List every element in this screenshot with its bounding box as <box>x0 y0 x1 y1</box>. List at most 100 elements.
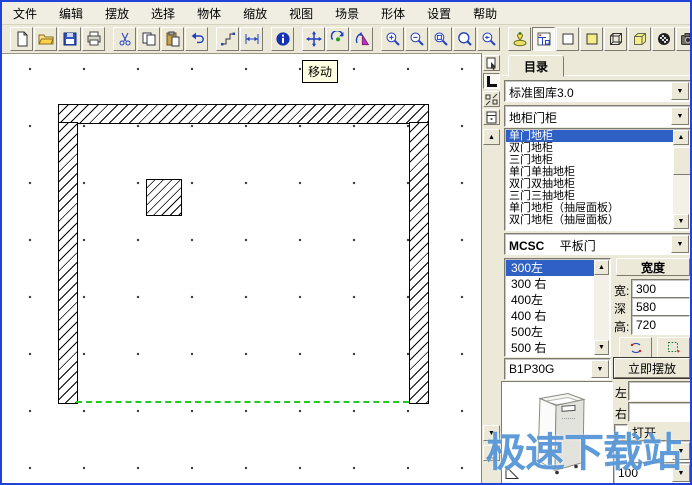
move-button[interactable] <box>302 27 325 51</box>
camera-button[interactable] <box>676 27 692 51</box>
room-wall-top[interactable] <box>58 104 429 124</box>
zoom-all-button[interactable] <box>453 27 476 51</box>
size-item[interactable]: 400 右 <box>506 308 594 324</box>
plan-view-icon <box>536 31 552 47</box>
swap-dims-button[interactable] <box>619 337 652 358</box>
material-button[interactable] <box>652 27 675 51</box>
plan-view-button[interactable] <box>532 27 555 51</box>
size-item[interactable]: 400左 <box>506 292 594 308</box>
catalog-item[interactable]: 三门地柜 <box>506 154 673 166</box>
wall-tool-button[interactable] <box>483 73 500 89</box>
door-style-select[interactable]: MCSC 平板门 ▼ <box>504 233 691 255</box>
strip-scroll-down-button[interactable]: ▼ <box>483 425 500 441</box>
undo-button[interactable] <box>185 27 208 51</box>
open-checkbox[interactable] <box>614 424 628 438</box>
info-button[interactable] <box>271 27 294 51</box>
catalog-item[interactable]: 双门双抽地柜 <box>506 178 673 190</box>
dropdown-arrow-icon[interactable]: ▼ <box>591 360 609 378</box>
catalog-item[interactable]: 单门地柜（抽屉面板） <box>506 202 673 214</box>
menu-select[interactable]: 选择 <box>140 2 186 25</box>
select-tool-button[interactable] <box>483 55 500 71</box>
print-button[interactable] <box>82 27 105 51</box>
scene-view-button[interactable] <box>508 27 531 51</box>
mirror-button[interactable] <box>350 27 373 51</box>
height-input[interactable] <box>631 315 690 335</box>
left-offset-input[interactable] <box>628 381 692 401</box>
room-wall-left[interactable] <box>58 122 78 404</box>
cut-button[interactable] <box>113 27 136 51</box>
catalog-item[interactable]: 双门地柜（抽屉面板） <box>506 214 673 226</box>
menu-object[interactable]: 物体 <box>186 2 232 25</box>
room-open-edge[interactable] <box>76 401 409 403</box>
measure-button[interactable] <box>240 27 263 51</box>
catalog-item[interactable]: 单门单抽地柜 <box>506 166 673 178</box>
catalog-item[interactable]: 单门地柜 <box>506 130 673 142</box>
catalog-scrollbar[interactable]: ▲ ▼ <box>673 130 689 229</box>
size-item[interactable]: 300 右 <box>506 276 594 292</box>
scroll-down-button[interactable]: ▼ <box>594 340 609 355</box>
menu-help[interactable]: 帮助 <box>462 2 508 25</box>
zoom-previous-button[interactable] <box>477 27 500 51</box>
width-input[interactable] <box>631 279 690 299</box>
place-now-button[interactable]: 立即摆放 <box>614 358 690 378</box>
toolbar-separator <box>106 27 113 51</box>
wireframe-3d-button[interactable] <box>604 27 627 51</box>
catalog-item[interactable]: 三门三抽地柜 <box>506 190 673 202</box>
right-offset-label: 右 <box>615 405 627 422</box>
dropdown-arrow-icon[interactable]: ▼ <box>672 464 690 482</box>
room-wall-right[interactable] <box>409 122 429 404</box>
rotate-button[interactable] <box>326 27 349 51</box>
menu-scene[interactable]: 场景 <box>324 2 370 25</box>
scroll-up-button[interactable]: ▲ <box>594 260 609 275</box>
size-item[interactable]: 300左 <box>506 260 594 276</box>
save-button[interactable] <box>58 27 81 51</box>
catalog-item[interactable]: 双门地柜 <box>506 142 673 154</box>
fit-selection-button[interactable] <box>657 337 690 358</box>
zoom-out-button[interactable] <box>405 27 428 51</box>
copy-button[interactable] <box>137 27 160 51</box>
menu-settings[interactable]: 设置 <box>416 2 462 25</box>
wireframe-2d-button[interactable] <box>556 27 579 51</box>
menu-place[interactable]: 摆放 <box>94 2 140 25</box>
polyline-button[interactable] <box>216 27 239 51</box>
tab-catalog[interactable]: 目录 <box>508 55 564 77</box>
dropdown-arrow-icon[interactable]: ▼ <box>671 82 689 100</box>
scale-select[interactable]: 100 ▼ <box>613 462 692 484</box>
dimension-tool-button[interactable] <box>483 91 500 107</box>
menu-view[interactable]: 视图 <box>278 2 324 25</box>
cabinet-tool-button[interactable] <box>483 109 500 125</box>
placed-cabinet-plan[interactable] <box>146 179 182 216</box>
size-scrollbar[interactable]: ▲ ▼ <box>594 260 609 355</box>
menu-edit[interactable]: 编辑 <box>48 2 94 25</box>
drawing-canvas[interactable]: 移动 <box>2 53 481 484</box>
zoom-in-button[interactable] <box>381 27 404 51</box>
scroll-up-button[interactable]: ▲ <box>673 130 689 145</box>
size-item[interactable]: 500 右 <box>506 340 594 355</box>
menu-file[interactable]: 文件 <box>2 2 48 25</box>
scroll-down-button[interactable]: ▼ <box>673 214 689 229</box>
dropdown-arrow-icon[interactable]: ▼ <box>671 235 689 253</box>
solid-2d-button[interactable] <box>580 27 603 51</box>
paste-button[interactable] <box>161 27 184 51</box>
width-button[interactable]: 宽度 <box>616 258 690 276</box>
strip-scroll-up-button[interactable]: ▲ <box>483 129 500 145</box>
new-button[interactable] <box>10 27 33 51</box>
size-item[interactable]: 500左 <box>506 324 594 340</box>
scale-select-value: 100 <box>618 466 672 480</box>
size-items: 300左 300 右 400左 400 右 500左 500 右 <box>506 260 594 355</box>
scrollbar-thumb[interactable] <box>673 147 691 175</box>
zoom-region-button[interactable] <box>429 27 452 51</box>
category-select[interactable]: 地柜门柜 ▼ <box>504 105 691 127</box>
library-select[interactable]: 标准图库3.0 ▼ <box>504 80 691 102</box>
dropdown-arrow-icon[interactable]: ▼ <box>672 442 690 460</box>
placement-select[interactable]: ▼ <box>613 440 692 462</box>
right-offset-input[interactable] <box>628 402 692 422</box>
strip-corner-button[interactable] <box>483 445 500 461</box>
model-select[interactable]: B1P30G ▼ <box>504 358 611 380</box>
depth-input[interactable] <box>631 297 690 317</box>
menu-zoom[interactable]: 缩放 <box>232 2 278 25</box>
menu-shape[interactable]: 形体 <box>370 2 416 25</box>
open-button[interactable] <box>34 27 57 51</box>
solid-3d-button[interactable] <box>628 27 651 51</box>
dropdown-arrow-icon[interactable]: ▼ <box>671 107 689 125</box>
